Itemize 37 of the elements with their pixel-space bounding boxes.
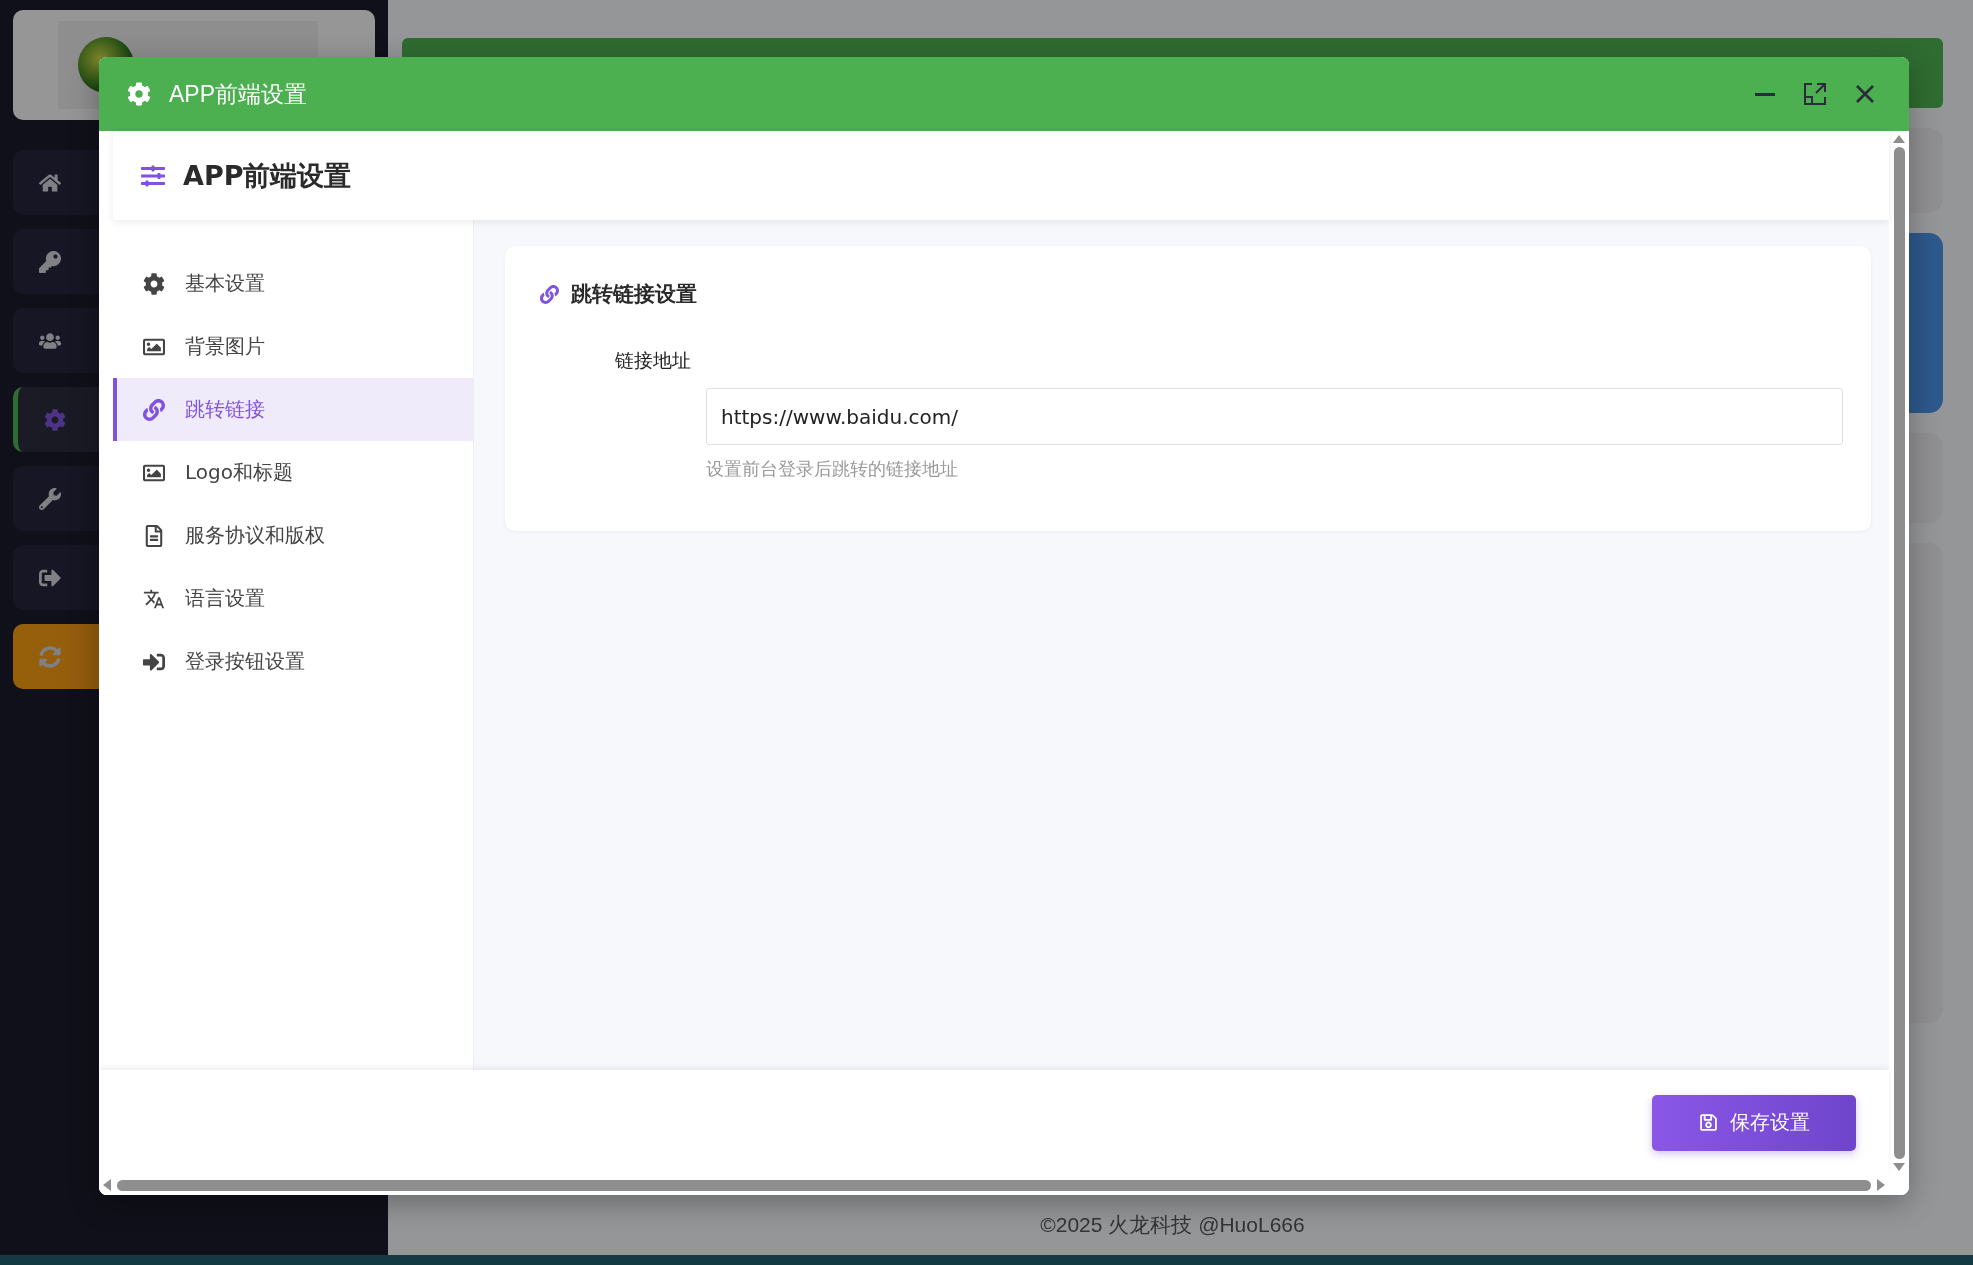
scrollbar-thumb[interactable] (1893, 147, 1905, 1159)
page-title: APP前端设置 (183, 158, 352, 193)
scroll-left-icon[interactable] (103, 1179, 111, 1191)
field-label: 链接地址 (615, 348, 691, 373)
link-icon (143, 398, 165, 421)
settings-icon (44, 408, 66, 431)
link-icon (540, 284, 559, 304)
scroll-up-icon[interactable] (1893, 135, 1905, 143)
translate-icon (143, 587, 165, 610)
home-icon (39, 171, 61, 194)
url-input-field[interactable]: https://www.baidu.com/ (706, 388, 1843, 445)
document-icon (143, 524, 165, 547)
help-text: 设置前台登录后跳转的链接地址 (706, 457, 958, 481)
minimize-icon (1755, 92, 1775, 96)
scroll-down-icon[interactable] (1893, 1163, 1905, 1171)
maximize-icon (1803, 82, 1827, 106)
save-button[interactable]: 保存设置 (1652, 1094, 1856, 1151)
sliders-icon (141, 163, 165, 188)
copyright-text: ©2025 火龙科技 @HuoL666 (1040, 1212, 1305, 1238)
dialog-title: APP前端设置 (169, 79, 309, 109)
nav-item[interactable]: 登录按钮设置 (113, 630, 473, 693)
nav-item[interactable]: 语言设置 (113, 567, 473, 630)
save-icon (1698, 1113, 1718, 1132)
close-icon (1854, 83, 1876, 105)
refresh-icon (39, 645, 61, 668)
scroll-right-icon[interactable] (1877, 1179, 1885, 1191)
nav-item[interactable]: 跳转链接 (113, 378, 473, 441)
wrench-icon (39, 487, 61, 510)
nav-item[interactable]: 服务协议和版权 (113, 504, 473, 567)
settings-icon (143, 272, 165, 295)
nav-item[interactable]: 基本设置 (113, 252, 473, 315)
key-icon (39, 250, 61, 273)
settings-icon (127, 82, 151, 106)
section-title: 跳转链接设置 (571, 281, 697, 308)
nav-item[interactable]: 背景图片 (113, 315, 473, 378)
nav-item[interactable]: Logo和标题 (113, 441, 473, 504)
scrollbar-thumb[interactable] (117, 1179, 1871, 1191)
